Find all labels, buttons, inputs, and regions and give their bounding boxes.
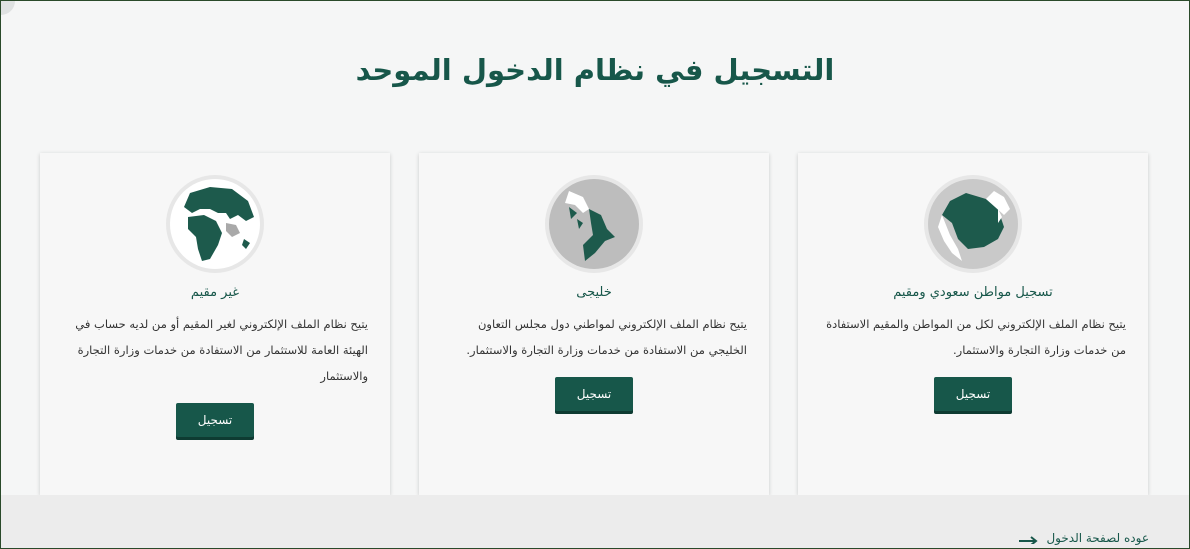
card-description: يتيح نظام الملف الإلكتروني لغير المقيم أ… xyxy=(75,317,368,383)
card-description: يتيح نظام الملف الإلكتروني لكل من المواط… xyxy=(826,317,1126,357)
saudi-map-icon xyxy=(924,175,1022,273)
card-title: غير مقيم xyxy=(190,285,240,300)
card-description: يتيح نظام الملف الإلكتروني لمواطني دول م… xyxy=(466,317,747,357)
arrow-right-icon xyxy=(1018,533,1039,546)
register-button-gulf[interactable]: تسجيل xyxy=(555,377,633,411)
register-button-non-resident[interactable]: تسجيل xyxy=(176,403,254,437)
card-saudi-resident: تسجيل مواطن سعودي ومقيم يتيح نظام الملف … xyxy=(798,153,1148,495)
corner-tab xyxy=(1,1,15,15)
card-title: تسجيل مواطن سعودي ومقيم xyxy=(893,285,1053,300)
card-title: خليجى xyxy=(576,285,612,300)
footer-band xyxy=(1,495,1189,548)
page-title: التسجيل في نظام الدخول الموحد xyxy=(355,53,835,87)
card-gulf: خليجى يتيح نظام الملف الإلكتروني لمواطني… xyxy=(419,153,769,495)
back-to-login-link[interactable]: عوده لصفحة الدخول xyxy=(1018,531,1149,546)
back-link-label: عوده لصفحة الدخول xyxy=(1046,531,1149,545)
world-map-icon xyxy=(166,175,264,273)
page-frame: التسجيل في نظام الدخول الموحد تسجيل مواط… xyxy=(0,0,1190,549)
gulf-map-icon xyxy=(545,175,643,273)
register-button-saudi[interactable]: تسجيل xyxy=(934,377,1012,411)
card-non-resident: غير مقيم يتيح نظام الملف الإلكتروني لغير… xyxy=(40,153,390,495)
